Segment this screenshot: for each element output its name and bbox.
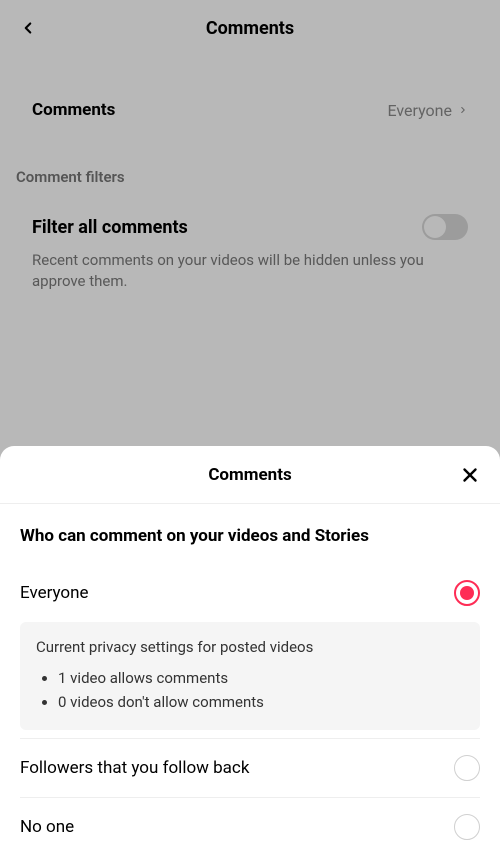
option-no-one[interactable]: No one bbox=[20, 798, 480, 856]
list-item: 0 videos don't allow comments bbox=[58, 690, 464, 714]
privacy-info-box: Current privacy settings for posted vide… bbox=[20, 622, 480, 730]
close-button[interactable] bbox=[458, 463, 482, 487]
radio-selected[interactable] bbox=[454, 580, 480, 606]
bottom-sheet: Comments Who can comment on your videos … bbox=[0, 446, 500, 868]
radio-unselected[interactable] bbox=[454, 755, 480, 781]
info-list: 1 video allows comments 0 videos don't a… bbox=[36, 666, 464, 714]
radio-unselected[interactable] bbox=[454, 814, 480, 840]
sheet-title: Comments bbox=[208, 465, 291, 485]
option-label: Everyone bbox=[20, 583, 89, 603]
list-item: 1 video allows comments bbox=[58, 666, 464, 690]
radio-dot-icon bbox=[460, 586, 474, 600]
sheet-subhead: Who can comment on your videos and Stori… bbox=[20, 504, 480, 564]
close-icon bbox=[459, 464, 481, 486]
option-followers-you-follow[interactable]: Followers that you follow back bbox=[20, 739, 480, 797]
info-title: Current privacy settings for posted vide… bbox=[36, 638, 464, 656]
option-label: Followers that you follow back bbox=[20, 758, 249, 778]
sheet-header: Comments bbox=[0, 446, 500, 504]
option-label: No one bbox=[20, 817, 74, 837]
option-everyone[interactable]: Everyone bbox=[20, 564, 480, 622]
